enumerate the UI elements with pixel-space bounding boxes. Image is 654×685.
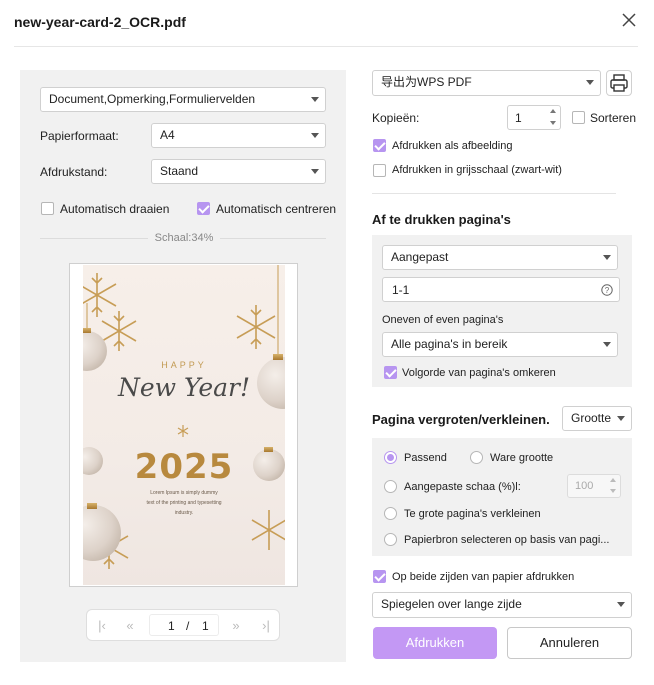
chevron-down-icon [311,97,319,102]
card-text-line-3: industry. [174,510,194,516]
chevron-down-icon [603,255,611,260]
duplex-mode-select[interactable]: Spiegelen over lange zijde [372,592,632,618]
card-artwork: HAPPY New Year! 2025 Lorem Ipsum is simp… [83,265,285,585]
auto-center-label: Automatisch centreren [216,202,337,216]
orientation-value: Staand [160,164,199,178]
shrink-label: Te grote pagina's verkleinen [404,508,541,520]
content-select-value: Document,Opmerking,Formuliervelden [49,92,256,106]
next-page-icon[interactable]: » [227,618,245,633]
chevron-down-icon [617,602,625,607]
duplex-checkbox[interactable] [373,570,386,583]
close-icon[interactable] [620,11,638,29]
sort-label: Sorteren [590,111,637,125]
chevron-down-icon [617,416,625,421]
copies-label: Kopieën: [372,111,420,125]
sort-checkbox[interactable] [572,111,585,124]
range-mode-select[interactable]: Aangepast [382,245,618,270]
auto-rotate-label: Automatisch draaien [60,202,170,216]
odd-even-value: Alle pagina's in bereik [391,337,508,351]
reverse-order-label: Volgorde van pagina's omkeren [402,367,556,379]
custom-scale-radio[interactable] [384,480,397,493]
current-page: 1 [168,619,175,633]
scale-divider-right [220,238,326,239]
odd-even-select[interactable]: Alle pagina's in bereik [382,332,618,357]
reverse-order-checkbox[interactable] [384,366,397,379]
chevron-down-icon [311,169,319,174]
orientation-label: Afdrukstand: [40,165,108,179]
page-navigator: |‹ « 1 / 1 » ›| [86,609,280,641]
total-pages: 1 [202,619,209,633]
scale-heading: Pagina vergroten/verkleinen. [372,412,550,427]
help-icon[interactable]: ? [601,284,613,296]
fit-radio[interactable] [384,451,397,464]
scale-mode-value: Grootte [571,411,612,425]
section-divider [372,193,616,194]
dialog-title: new-year-card-2_OCR.pdf [14,14,186,30]
first-page-icon[interactable]: |‹ [93,618,111,633]
card-year: 2025 [134,447,234,487]
paper-source-label: Papierbron selecteren op basis van pagi.… [404,534,610,546]
content-select[interactable]: Document,Opmerking,Formuliervelden [40,87,326,112]
decrement-icon[interactable] [550,121,556,125]
card-text-line-1: Lorem Ipsum is simply dummy [150,490,218,496]
printer-select[interactable]: 导出为WPS PDF [372,70,601,96]
grayscale-checkbox[interactable] [373,164,386,177]
chevron-down-icon [603,342,611,347]
copies-value: 1 [515,111,522,125]
range-mode-value: Aangepast [391,250,449,264]
auto-center-checkbox[interactable] [197,202,210,215]
custom-scale-label: Aangepaste schaa (%)l: [404,481,521,493]
orientation-select[interactable]: Staand [151,159,326,184]
chevron-down-icon [586,80,594,85]
fit-label: Passend [404,452,447,464]
copies-stepper[interactable]: 1 [507,105,561,130]
grayscale-label: Afdrukken in grijsschaal (zwart-wit) [392,164,562,176]
paper-size-label: Papierformaat: [40,129,119,143]
header-divider [14,46,638,47]
print-as-image-label: Afdrukken als afbeelding [392,140,513,152]
page-separator: / [186,619,190,633]
page-range-input[interactable]: 1-1 ? [382,277,620,302]
odd-even-label: Oneven of even pagina's [382,314,504,326]
actual-size-radio[interactable] [470,451,483,464]
actual-size-label: Ware grootte [490,452,554,464]
cancel-button[interactable]: Annuleren [507,627,632,659]
decrement-icon[interactable] [610,489,616,493]
duplex-mode-value: Spiegelen over lange zijde [381,597,522,611]
increment-icon[interactable] [610,478,616,482]
printer-properties-button[interactable] [606,70,632,96]
printer-value: 导出为WPS PDF [381,75,472,89]
printer-icon [610,74,628,92]
increment-icon[interactable] [550,109,556,113]
auto-rotate-checkbox[interactable] [41,202,54,215]
page-range-value: 1-1 [392,283,410,297]
scale-mode-select[interactable]: Grootte [562,406,632,431]
duplex-label: Op beide zijden van papier afdrukken [392,571,575,583]
card-happy: HAPPY [161,360,207,370]
paper-size-value: A4 [160,128,175,142]
chevron-down-icon [311,133,319,138]
page-number-field[interactable]: 1 / 1 [149,614,219,636]
svg-text:?: ? [605,286,610,295]
scale-indicator: Schaal:34% [154,232,214,244]
paper-size-select[interactable]: A4 [151,123,326,148]
print-button[interactable]: Afdrukken [373,627,497,659]
scale-divider-left [40,238,148,239]
print-as-image-checkbox[interactable] [373,139,386,152]
custom-scale-value: 100 [575,480,594,492]
shrink-radio[interactable] [384,507,397,520]
custom-scale-input[interactable]: 100 [567,474,621,498]
page-preview: HAPPY New Year! 2025 Lorem Ipsum is simp… [69,263,298,587]
decorations-graphic [83,265,285,569]
pages-heading: Af te drukken pagina's [372,212,511,227]
last-page-icon[interactable]: ›| [257,618,275,633]
card-new-year: New Year! [117,373,251,402]
paper-source-radio[interactable] [384,533,397,546]
prev-page-icon[interactable]: « [121,618,139,633]
card-text-line-2: text of the printing and typesetting [146,500,222,506]
